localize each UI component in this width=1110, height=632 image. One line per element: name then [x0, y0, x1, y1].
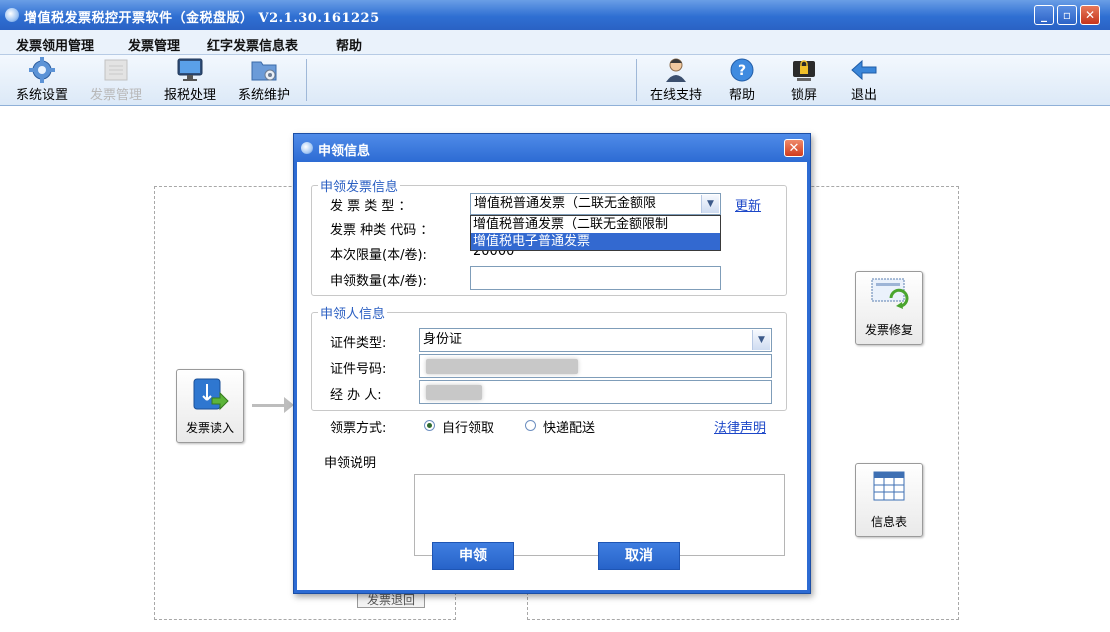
table-icon [873, 471, 905, 501]
system-settings-label: 系统设置 [15, 88, 68, 103]
self-pickup-label[interactable]: 自行领取 [442, 417, 494, 436]
invoice-type-label: 发 票 类 型 ： [330, 199, 412, 214]
monitor-icon [175, 57, 205, 81]
system-maintenance-button[interactable]: 系统维护 [228, 57, 300, 103]
handler-label: 经 办 人: [330, 388, 382, 403]
folder-gear-icon [249, 57, 279, 81]
usb-read-icon [193, 378, 229, 411]
toolbar-separator [306, 59, 307, 101]
support-person-icon [661, 57, 691, 82]
chevron-down-icon[interactable]: ▼ [701, 195, 719, 213]
handler-input[interactable] [419, 380, 772, 404]
menu-invoice-requisition[interactable]: 发票领用管理 [16, 35, 94, 54]
window-title: 增值税发票税控开票软件（金税盘版） V2.1.30.161225 [24, 11, 380, 26]
invoice-type-select[interactable]: 增值税普通发票（二联无金额限 ▼ [470, 193, 721, 215]
menu-invoice-management[interactable]: 发票管理 [128, 35, 180, 54]
quantity-label: 申领数量(本/卷): [330, 274, 427, 289]
invoice-repair-icon [871, 278, 909, 309]
dialog-close-icon[interactable]: ✕ [784, 139, 804, 157]
title-bar: 增值税发票税控开票软件（金税盘版） V2.1.30.161225 _ ▫ ✕ [0, 0, 1110, 30]
system-settings-button[interactable]: 系统设置 [6, 57, 78, 103]
invoice-code-label: 发票 种类 代码 ： [330, 223, 434, 238]
svg-text:?: ? [738, 63, 746, 79]
invoice-read-label: 发票读入 [185, 421, 234, 435]
invoice-management-label: 发票管理 [89, 88, 142, 103]
express-delivery-radio[interactable] [525, 420, 536, 431]
invoice-read-button[interactable]: 发票读入 [176, 369, 244, 443]
invoice-repair-label: 发票修复 [864, 323, 913, 337]
apply-button[interactable]: 申领 [432, 542, 514, 570]
redacted-handler-name [426, 385, 482, 400]
exit-label: 退出 [850, 88, 877, 103]
info-table-button[interactable]: 信息表 [855, 463, 923, 537]
apply-note-label: 申领说明 [324, 456, 377, 471]
id-number-input[interactable] [419, 354, 772, 378]
legal-statement-link[interactable]: 法律声明 [714, 417, 766, 436]
id-type-label: 证件类型: [330, 336, 387, 351]
self-pickup-radio[interactable] [424, 420, 435, 431]
dropdown-option-paper[interactable]: 增值税普通发票（二联无金额限制 [471, 216, 720, 233]
dialog-app-icon [301, 142, 313, 154]
chevron-down-icon[interactable]: ▼ [752, 330, 770, 350]
dialog-body: 申领发票信息 发 票 类 型 ： 增值税普通发票（二联无金额限 ▼ 更新 发票 … [297, 162, 807, 590]
menu-bar: 发票领用管理 发票管理 红字发票信息表 帮助 [0, 30, 1110, 55]
gear-icon [27, 57, 57, 83]
limit-label: 本次限量(本/卷): [330, 248, 427, 263]
invoice-repair-button[interactable]: 发票修复 [855, 271, 923, 345]
redacted-id-number [426, 359, 578, 374]
update-link[interactable]: 更新 [735, 195, 761, 214]
maximize-icon[interactable]: ▫ [1057, 5, 1077, 25]
invoice-type-value: 增值税普通发票（二联无金额限 [474, 196, 657, 211]
invoice-management-button: 发票管理 [80, 57, 152, 103]
minimize-icon[interactable]: _ [1034, 5, 1054, 25]
dropdown-option-electronic[interactable]: 增值税电子普通发票 [471, 233, 720, 250]
exit-button[interactable]: 退出 [828, 57, 900, 103]
express-delivery-label[interactable]: 快递配送 [543, 417, 595, 436]
id-type-value: 身份证 [423, 332, 463, 347]
quantity-input[interactable] [470, 266, 721, 290]
invoice-type-dropdown-list: 增值税普通发票（二联无金额限制 增值税电子普通发票 [470, 215, 721, 251]
applicant-info-legend: 申领人信息 [320, 307, 386, 322]
exit-arrow-icon [849, 57, 879, 81]
online-support-label: 在线支持 [649, 88, 702, 103]
pickup-method-label: 领票方式: [330, 421, 387, 436]
id-type-select[interactable]: 身份证 ▼ [419, 328, 772, 352]
menu-help[interactable]: 帮助 [336, 35, 362, 54]
info-table-label: 信息表 [870, 515, 907, 529]
toolbar-separator [636, 59, 637, 101]
tax-processing-label: 报税处理 [163, 88, 216, 103]
tax-processing-button[interactable]: 报税处理 [154, 57, 226, 103]
lock-screen-icon [789, 57, 819, 81]
cancel-button[interactable]: 取消 [598, 542, 680, 570]
app-logo-icon [5, 8, 19, 22]
flow-arrow [252, 404, 286, 407]
id-number-label: 证件号码: [330, 362, 387, 377]
invoice-info-legend: 申领发票信息 [320, 180, 399, 195]
system-maintenance-label: 系统维护 [237, 88, 290, 103]
dialog-title: 申领信息 [318, 144, 371, 159]
close-icon[interactable]: ✕ [1080, 5, 1100, 25]
invoice-icon [101, 57, 131, 81]
apply-info-dialog: 申领信息 ✕ 申领发票信息 发 票 类 型 ： 增值税普通发票（二联无金额限 ▼… [293, 133, 811, 594]
menu-red-invoice-info[interactable]: 红字发票信息表 [207, 35, 298, 54]
help-icon: ? [727, 57, 757, 82]
dialog-title-bar: 申领信息 ✕ [294, 134, 810, 162]
toolbar: 系统设置 发票管理 报税处理 系统维护 在线支持 ? 帮助 锁屏 退出 [0, 55, 1110, 106]
online-support-button[interactable]: 在线支持 [640, 57, 712, 103]
